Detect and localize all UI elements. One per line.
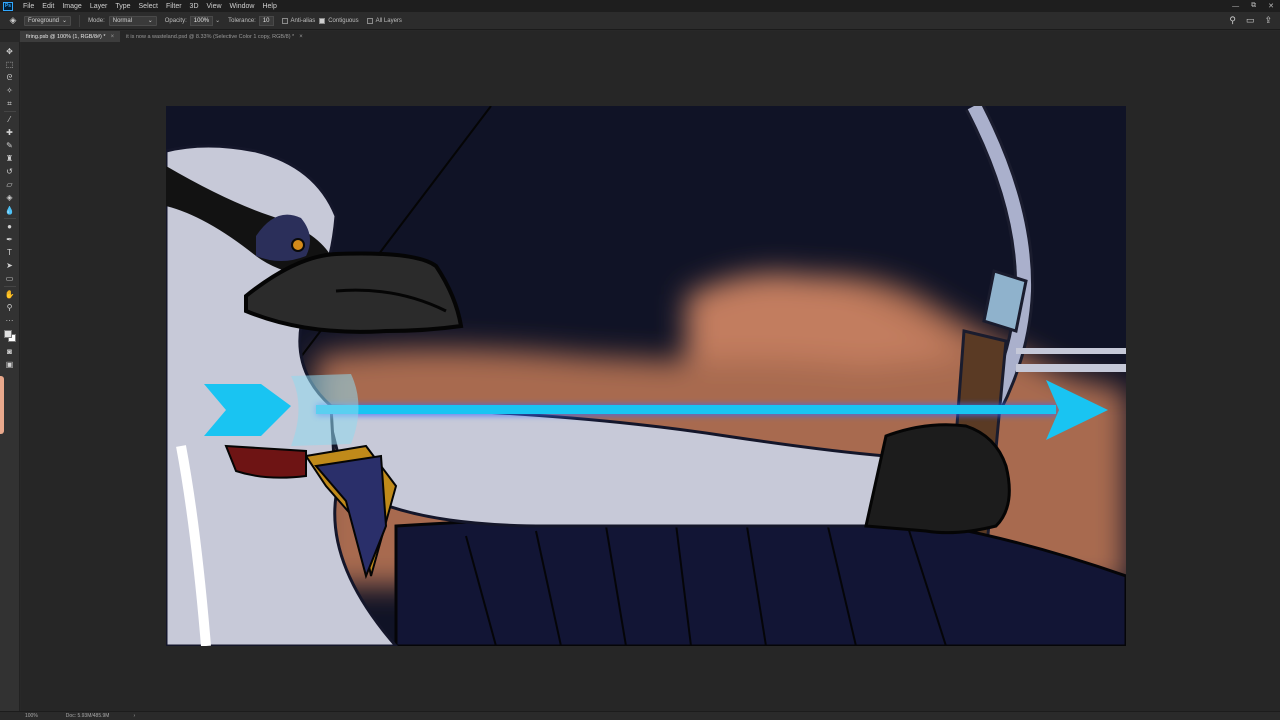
path-selection-tool-icon[interactable]: ➤ bbox=[3, 259, 17, 272]
fill-source-dropdown[interactable]: Foreground ⌄ bbox=[24, 15, 72, 26]
workspace-icon[interactable]: ▭ bbox=[1246, 15, 1255, 26]
gripping-hand bbox=[864, 423, 1011, 535]
magic-wand-tool-icon[interactable]: ✧ bbox=[3, 84, 17, 97]
close-icon[interactable]: ✕ bbox=[1268, 2, 1274, 10]
menu-filter[interactable]: Filter bbox=[162, 3, 186, 10]
restore-icon[interactable]: ⧉ bbox=[1251, 2, 1256, 10]
menu-file[interactable]: File bbox=[19, 3, 38, 10]
search-icon[interactable]: ⚲ bbox=[1229, 15, 1236, 26]
menu-view[interactable]: View bbox=[203, 3, 226, 10]
paint-bucket-preset-icon[interactable]: ◈ bbox=[6, 15, 20, 27]
mode-label: Mode: bbox=[88, 17, 105, 24]
menu-3d[interactable]: 3D bbox=[186, 3, 203, 10]
menu-image[interactable]: Image bbox=[58, 3, 85, 10]
status-zoom-level[interactable]: 100% bbox=[25, 713, 38, 719]
mode-value: Normal bbox=[112, 17, 133, 24]
window-controls: — ⧉ ✕ bbox=[1232, 0, 1274, 12]
dodge-tool-icon[interactable]: ● bbox=[3, 220, 17, 233]
tolerance-field[interactable]: 10 bbox=[258, 15, 274, 26]
menu-help[interactable]: Help bbox=[258, 3, 280, 10]
options-bar: ◈ Foreground ⌄ Mode: Normal ⌄ Opacity: 1… bbox=[0, 12, 1280, 30]
bird-eye bbox=[291, 238, 305, 252]
menu-bar: Ps File Edit Image Layer Type Select Fil… bbox=[0, 0, 1280, 12]
fill-source-value: Foreground bbox=[28, 17, 60, 24]
type-tool-icon[interactable]: T bbox=[3, 246, 17, 259]
document-canvas[interactable] bbox=[166, 106, 1126, 646]
opacity-value: 100% bbox=[193, 17, 210, 24]
contiguous-label: Contiguous bbox=[328, 17, 359, 24]
quick-mask-icon[interactable]: ◙ bbox=[3, 345, 17, 358]
all-layers-checkbox[interactable] bbox=[366, 17, 373, 24]
menu-layer[interactable]: Layer bbox=[86, 3, 112, 10]
lasso-tool-icon[interactable]: ᘓ bbox=[3, 71, 17, 84]
screen-mode-icon[interactable]: ▣ bbox=[3, 358, 17, 371]
tolerance-label: Tolerance: bbox=[228, 17, 256, 24]
contiguous-checkbox[interactable] bbox=[319, 17, 326, 24]
brush-tool-icon[interactable]: ✎ bbox=[3, 139, 17, 152]
tool-divider bbox=[3, 111, 16, 112]
tab-wasteland[interactable]: it is now a wasteland.psd @ 8.33% (Selec… bbox=[120, 31, 309, 42]
color-swatches bbox=[3, 329, 17, 343]
tool-divider bbox=[3, 286, 16, 287]
opacity-slider-chevron-icon[interactable]: ⌄ bbox=[215, 17, 220, 24]
eraser-tool-icon[interactable]: ▱ bbox=[3, 178, 17, 191]
opacity-label: Opacity: bbox=[164, 17, 187, 24]
anti-alias-checkbox[interactable] bbox=[281, 17, 288, 24]
status-doc-size: Doc: 5.93M/485.9M bbox=[65, 713, 110, 719]
healing-brush-tool-icon[interactable]: ✚ bbox=[3, 126, 17, 139]
menu-edit[interactable]: Edit bbox=[38, 3, 58, 10]
all-layers-label: All Layers bbox=[375, 17, 402, 24]
options-right-icons: ⚲ ▭ ⇪ bbox=[1229, 15, 1272, 26]
clone-stamp-tool-icon[interactable]: ♜ bbox=[3, 152, 17, 165]
eyedropper-tool-icon[interactable]: ⁄ bbox=[3, 113, 17, 126]
pen-tool-icon[interactable]: ✒ bbox=[3, 233, 17, 246]
move-tool-icon[interactable]: ✥ bbox=[3, 45, 17, 58]
close-icon[interactable]: × bbox=[111, 34, 115, 40]
paint-bucket-tool-icon[interactable]: ◈ bbox=[3, 191, 17, 204]
foreground-color-swatch[interactable] bbox=[3, 330, 12, 338]
mode-dropdown[interactable]: Normal ⌄ bbox=[108, 15, 157, 26]
document-workspace bbox=[21, 42, 1280, 712]
anti-alias-label: Anti-alias bbox=[290, 17, 316, 24]
marquee-tool-icon[interactable]: ⬚ bbox=[3, 58, 17, 71]
tool-divider bbox=[3, 218, 16, 219]
crop-tool-icon[interactable]: ⌗ bbox=[3, 97, 17, 110]
blur-tool-icon[interactable]: 💧 bbox=[3, 204, 17, 217]
chevron-down-icon: ⌄ bbox=[62, 18, 68, 24]
minimize-icon[interactable]: — bbox=[1232, 3, 1239, 10]
translucent-cuff bbox=[291, 374, 359, 446]
photoshop-logo-icon[interactable]: Ps bbox=[3, 1, 13, 11]
panel-collapse-handle[interactable] bbox=[0, 376, 4, 434]
opacity-field[interactable]: 100% bbox=[189, 15, 214, 26]
menu-type[interactable]: Type bbox=[111, 3, 134, 10]
shape-tool-icon[interactable]: ▭ bbox=[3, 272, 17, 285]
more-tools-icon[interactable]: ··· bbox=[3, 314, 17, 327]
tab-label: it is now a wasteland.psd @ 8.33% (Selec… bbox=[126, 33, 295, 40]
share-icon[interactable]: ⇪ bbox=[1264, 15, 1272, 26]
artwork-illustration bbox=[166, 106, 1126, 646]
menu-select[interactable]: Select bbox=[135, 3, 162, 10]
bow-rail-upper bbox=[1016, 348, 1126, 354]
tab-label: firing.psb @ 100% (1, RGB/8#) * bbox=[26, 33, 106, 40]
arrow-shaft bbox=[316, 405, 1056, 414]
status-bar: 100% Doc: 5.93M/485.9M › bbox=[0, 711, 1280, 720]
photoshop-window: Ps File Edit Image Layer Type Select Fil… bbox=[0, 0, 1280, 720]
chevron-down-icon: ⌄ bbox=[147, 18, 153, 24]
tab-firing[interactable]: firing.psb @ 100% (1, RGB/8#) * × bbox=[20, 31, 121, 42]
history-brush-tool-icon[interactable]: ↺ bbox=[3, 165, 17, 178]
close-icon[interactable]: × bbox=[299, 34, 303, 40]
document-tab-bar: firing.psb @ 100% (1, RGB/8#) * × it is … bbox=[20, 31, 1280, 42]
zoom-tool-icon[interactable]: ⚲ bbox=[3, 301, 17, 314]
tolerance-value: 10 bbox=[262, 17, 270, 24]
status-info-menu-icon[interactable]: › bbox=[133, 713, 135, 719]
options-divider bbox=[79, 14, 81, 27]
menu-window[interactable]: Window bbox=[226, 3, 259, 10]
hand-tool-icon[interactable]: ✋ bbox=[3, 288, 17, 301]
bow-rail-lower bbox=[1016, 364, 1126, 372]
